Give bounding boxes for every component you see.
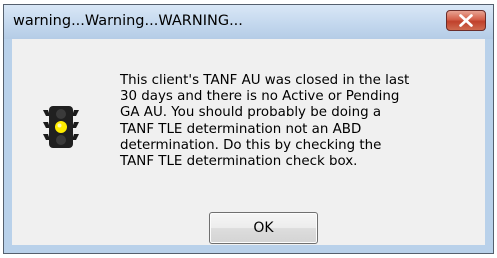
- warning-message: This client's TANF AU was closed in the …: [120, 73, 410, 170]
- window-title: warning...Warning...WARNING...: [13, 13, 243, 29]
- warning-dialog: warning...Warning...WARNING... This clie…: [3, 4, 494, 254]
- traffic-light-icon: [43, 106, 79, 148]
- close-button[interactable]: [446, 10, 486, 31]
- close-icon: [459, 14, 473, 27]
- title-bar[interactable]: warning...Warning...WARNING...: [4, 5, 493, 39]
- dialog-content: This client's TANF AU was closed in the …: [12, 39, 485, 245]
- ok-button[interactable]: OK: [209, 212, 318, 244]
